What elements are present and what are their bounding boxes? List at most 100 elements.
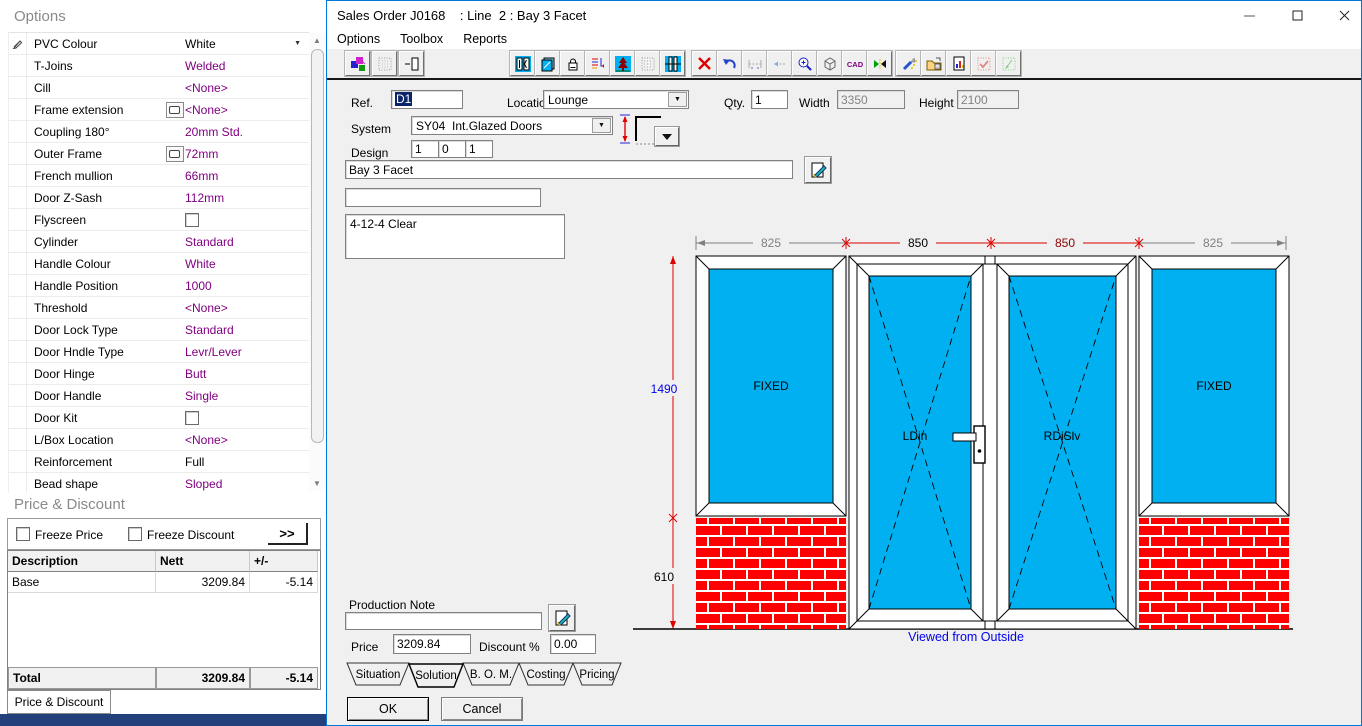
tab-costing[interactable]: Costing [519,663,573,685]
tab-price-discount[interactable]: Price & Discount [7,690,111,714]
dimension-disabled-icon[interactable] [742,51,767,76]
option-row-frame-extension[interactable]: Frame extension<None> [9,99,309,121]
dim-grid-disabled-icon[interactable] [635,51,660,76]
options-scrollbar[interactable]: ▲ ▼ [309,33,325,491]
option-row-french-mullion[interactable]: French mullion66mm [9,165,309,187]
report-icon[interactable] [946,51,971,76]
maximize-button[interactable] [1280,5,1314,25]
location-select[interactable]: Lounge▼ [543,90,689,109]
option-row-pvc-colour[interactable]: PVC Colour White▼ [9,33,309,55]
garden-view-icon[interactable] [610,51,635,76]
mullion-icon[interactable] [660,51,685,76]
change-product-icon[interactable] [345,51,370,76]
title-bar[interactable]: Sales Order J0168 : Line 2 : Bay 3 Facet [327,1,1361,29]
option-row-door-hinge[interactable]: Door HingeButt [9,363,309,385]
menu-options[interactable]: Options [337,32,380,46]
dim-825-left[interactable]: 825 [761,236,781,250]
profile-picker-button[interactable] [166,146,184,162]
window-title: Sales Order J0168 : Line 2 : Bay 3 Facet [337,8,586,23]
move-frame-icon[interactable] [399,51,424,76]
option-row-threshold[interactable]: Threshold<None> [9,297,309,319]
minimize-button[interactable] [1232,5,1266,25]
cad-icon[interactable]: CAD [842,51,867,76]
dim-1490[interactable]: 1490 [651,382,678,396]
glazing-icon[interactable] [535,51,560,76]
option-row-t-joins[interactable]: T-JoinsWelded [9,55,309,77]
tab-pricing[interactable]: Pricing [573,663,621,685]
undo-icon[interactable] [717,51,742,76]
chevron-down-icon[interactable]: ▼ [592,118,611,133]
option-row-door-z-sash[interactable]: Door Z-Sash112mm [9,187,309,209]
design-input-3[interactable] [465,140,493,158]
rotate-3d-icon[interactable] [817,51,842,76]
scroll-disabled-icon[interactable] [996,51,1021,76]
dim-825-right[interactable]: 825 [1203,236,1223,250]
edit-description-button[interactable] [805,157,831,183]
option-row-cylinder[interactable]: CylinderStandard [9,231,309,253]
delete-icon[interactable] [692,51,717,76]
price-row-base[interactable]: Base 3209.84 -5.14 [8,572,320,593]
sash-options-icon[interactable] [510,51,535,76]
design-input-1[interactable] [411,140,439,158]
expand-price-button[interactable]: >> [268,523,308,545]
cancel-button[interactable]: Cancel [441,697,523,721]
discount-input[interactable] [550,634,596,654]
option-row-lbox-location[interactable]: L/Box Location<None> [9,429,309,451]
option-lines-icon[interactable] [585,51,610,76]
tab-situation[interactable]: Situation [347,663,409,685]
profile-picker-button[interactable] [166,102,184,118]
option-row-flyscreen[interactable]: Flyscreen [9,209,309,231]
option-value: Standard [185,323,234,337]
option-row-door-handle-type[interactable]: Door Hndle TypeLevr/Lever [9,341,309,363]
system-select[interactable]: SY04 Int.Glazed Doors▼ [411,116,613,135]
spray-icon[interactable] [896,51,921,76]
extend-disabled-icon[interactable] [767,51,792,76]
dim-850-right[interactable]: 850 [1055,236,1075,250]
menu-reports[interactable]: Reports [463,32,507,46]
production-note-input[interactable] [345,612,542,630]
open-form-icon[interactable] [921,51,946,76]
ok-button[interactable]: OK [347,697,429,721]
design-input-2[interactable] [438,140,466,158]
flip-horizontal-icon[interactable] [867,51,892,76]
option-row-door-lock-type[interactable]: Door Lock TypeStandard [9,319,309,341]
price-input[interactable] [393,634,471,654]
option-row-coupling[interactable]: Coupling 180°20mm Std. [9,121,309,143]
zoom-icon[interactable] [792,51,817,76]
freeze-price-checkbox[interactable] [16,527,30,541]
edit-production-note-button[interactable] [549,605,575,631]
scroll-down-icon[interactable]: ▼ [309,476,325,491]
option-row-handle-colour[interactable]: Handle ColourWhite [9,253,309,275]
qty-input[interactable] [751,90,788,109]
tab-solution[interactable]: Solution [409,664,463,687]
tab-bom[interactable]: B. O. M. [463,663,519,685]
option-row-outer-frame[interactable]: Outer Frame72mm [9,143,309,165]
option-checkbox[interactable] [185,411,199,425]
lock-icon[interactable] [560,51,585,76]
option-row-handle-position[interactable]: Handle Position1000 [9,275,309,297]
chevron-down-icon[interactable]: ▼ [294,40,301,47]
chevron-down-icon[interactable]: ▼ [668,92,687,107]
ref-input[interactable]: D1 [391,90,463,109]
option-label: Cylinder [27,235,164,249]
freeze-discount-checkbox[interactable] [128,527,142,541]
option-checkbox[interactable] [185,213,199,227]
dim-850-left[interactable]: 850 [908,236,928,250]
option-row-bead-shape[interactable]: Bead shapeSloped [9,473,309,493]
option-value: Sloped [185,477,222,491]
menu-toolbox[interactable]: Toolbox [400,32,443,46]
option-row-door-handle[interactable]: Door HandleSingle [9,385,309,407]
option-row-reinforcement[interactable]: ReinforcementFull [9,451,309,473]
glazing-spec-box[interactable]: 4-12-4 Clear [345,214,565,259]
bay-dropdown-button[interactable] [655,127,679,146]
description-input[interactable] [345,160,793,179]
note-input[interactable] [345,188,541,207]
grid-disabled-icon[interactable] [372,51,397,76]
option-row-door-kit[interactable]: Door Kit [9,407,309,429]
scrollbar-thumb[interactable] [311,49,324,443]
close-button[interactable] [1327,5,1361,25]
survey-disabled-icon[interactable] [971,51,996,76]
option-row-cill[interactable]: Cill<None> [9,77,309,99]
dim-610[interactable]: 610 [654,570,674,584]
scroll-up-icon[interactable]: ▲ [309,33,325,48]
